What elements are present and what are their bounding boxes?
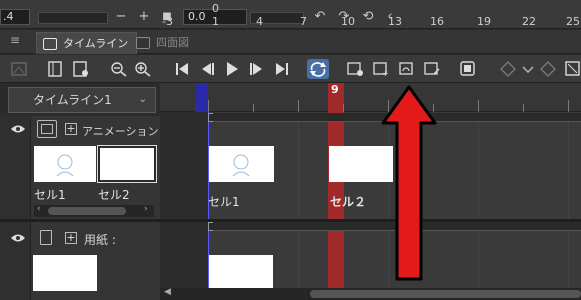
new-animation-cel-icon[interactable]	[344, 59, 366, 79]
play-icon[interactable]	[221, 59, 243, 79]
ruler-label: 4	[256, 15, 263, 28]
ruler-label: 0	[212, 2, 219, 15]
frame-ruler[interactable]	[160, 83, 581, 112]
enable-cel-icon[interactable]	[457, 59, 479, 79]
start-marker[interactable]	[195, 83, 208, 112]
scroll-thumb[interactable]	[48, 207, 126, 215]
ruler-label: 25	[566, 15, 580, 28]
cel-thumbnail-1[interactable]	[209, 146, 274, 182]
timeline-select-value: タイムライン1	[33, 93, 112, 107]
paper-thumbnail-track[interactable]	[209, 255, 273, 288]
gridline	[478, 112, 479, 300]
delete-keyframe-icon[interactable]	[538, 59, 560, 79]
previous-frame-icon[interactable]	[196, 59, 218, 79]
layer-thumbnail-scrollbar[interactable]: ‹ ›	[34, 204, 154, 217]
animation-folder-icon	[37, 120, 57, 138]
next-frame-icon[interactable]	[246, 59, 268, 79]
divider	[30, 116, 31, 300]
cel-label-2: セル２	[330, 195, 367, 209]
expand-folder-icon[interactable]: +	[65, 123, 77, 135]
timeline-select[interactable]: タイムライン1 ⌄	[8, 87, 156, 113]
more-icon[interactable]	[562, 59, 581, 79]
camera-icon	[136, 37, 150, 49]
layer-cel-label-2: セル2	[98, 188, 130, 202]
panel-tab-bar: ≡ タイムライン 四面図	[0, 30, 581, 54]
decrease-button[interactable]: −	[113, 9, 129, 25]
pre-start-region	[160, 112, 208, 300]
ruler-label: -3	[162, 15, 173, 28]
visibility-eye-icon[interactable]	[10, 124, 26, 134]
annotation-arrow	[381, 85, 437, 281]
expand-layer-icon[interactable]: +	[65, 232, 77, 244]
divider	[0, 219, 581, 222]
undo-icon[interactable]: ↶	[312, 9, 328, 25]
svg-text:+: +	[382, 69, 389, 77]
first-frame-icon[interactable]	[171, 59, 193, 79]
history-icon[interactable]: ⟲	[360, 9, 376, 25]
panel-menu-icon[interactable]: ≡	[10, 33, 20, 47]
tab-four-view-label: 四面図	[156, 36, 189, 49]
ruler-label: 22	[522, 15, 536, 28]
set-cel-icon[interactable]	[396, 59, 418, 79]
zoom-in-icon[interactable]	[132, 59, 154, 79]
gridline	[568, 112, 569, 300]
ruler-label: 13	[388, 15, 402, 28]
keyframe-icon[interactable]	[497, 59, 519, 79]
paper-layer-name: 用紙 :	[84, 233, 116, 247]
loop-playback-toggle[interactable]	[307, 59, 329, 79]
last-frame-icon[interactable]	[271, 59, 293, 79]
tab-timeline-label: タイムライン	[63, 36, 129, 50]
timeline-horizontal-scrollbar[interactable]: ◀	[160, 287, 581, 300]
ruler-tick	[568, 100, 569, 112]
edit-timeline-icon[interactable]	[44, 59, 66, 79]
ruler-tick	[523, 104, 524, 112]
timeline-icon	[43, 37, 57, 50]
ruler-tick	[478, 100, 479, 112]
ruler-label: 16	[430, 15, 444, 28]
new-timeline-icon[interactable]	[8, 59, 30, 79]
layer-cel-thumbnail-1[interactable]	[34, 146, 96, 182]
zoom-out-icon[interactable]	[108, 59, 130, 79]
chevron-down-icon: ⌄	[138, 94, 147, 105]
top-toolbar: .4 − + ■ 0.0 ↶ ↷ ⟲ ‹	[0, 0, 581, 29]
tab-four-view[interactable]: 四面図	[130, 32, 197, 54]
brush-size-field[interactable]: .4	[0, 9, 30, 25]
ruler-tick	[343, 104, 344, 112]
animation-folder-name: アニメーションフォ	[82, 125, 158, 138]
layer-cel-thumbnail-2[interactable]	[97, 145, 157, 183]
ruler-tick	[298, 100, 299, 112]
ruler-label: 1	[212, 15, 219, 28]
timeline-settings-icon[interactable]	[70, 59, 92, 79]
visibility-eye-icon[interactable]	[10, 233, 26, 243]
layer-cel-label-1: セル1	[34, 188, 66, 202]
timeline-toolbar: +	[0, 55, 581, 83]
increase-button[interactable]: +	[136, 9, 152, 25]
cel-label-1: セル1	[208, 195, 240, 209]
ruler-tick	[253, 104, 254, 112]
current-frame-label: 9	[331, 83, 339, 96]
ruler-label: 7	[300, 15, 307, 28]
specify-cels-icon[interactable]: +	[370, 59, 392, 79]
keyframe-dropdown-icon[interactable]	[517, 59, 539, 79]
onion-skin-icon[interactable]	[421, 59, 443, 79]
brush-size-slider[interactable]	[38, 12, 108, 24]
tab-timeline[interactable]: タイムライン	[36, 32, 138, 54]
ruler-tick	[208, 100, 209, 112]
scroll-thumb[interactable]	[310, 290, 581, 298]
paper-thumbnail[interactable]	[33, 255, 97, 291]
ruler-label: 10	[341, 15, 355, 28]
paper-layer-icon	[40, 230, 52, 245]
gridline	[298, 112, 299, 300]
ruler-label: 19	[477, 15, 491, 28]
